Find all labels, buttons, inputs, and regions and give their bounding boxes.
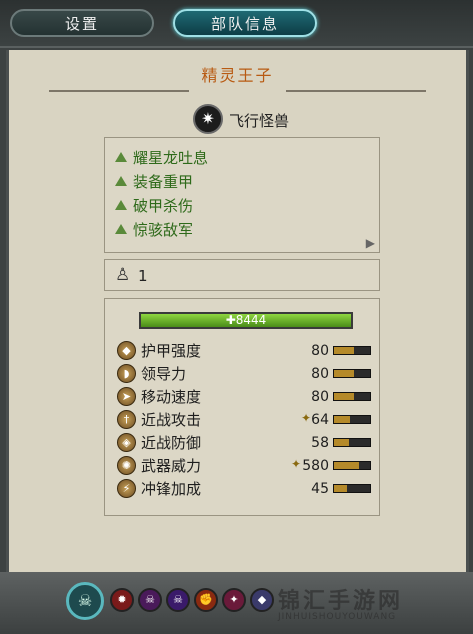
unit-class-icon: ✷ <box>193 104 223 134</box>
unit-count-box: ♙ 1 <box>104 259 380 291</box>
shield-defense-icon: ◈ <box>117 433 136 452</box>
more-arrow-icon[interactable]: ▶ <box>366 236 375 250</box>
stat-armour[interactable]: ◆ 护甲强度 80 <box>117 341 379 361</box>
burst-icon: ✺ <box>117 456 136 475</box>
stat-bar <box>333 438 371 447</box>
triangle-icon <box>115 152 127 162</box>
stat-bar <box>333 392 371 401</box>
ability-item[interactable]: 耀星龙吐息 <box>115 148 208 168</box>
ability-icon-1[interactable]: ✹ <box>110 588 134 612</box>
ability-icon-4[interactable]: ✊ <box>194 588 218 612</box>
shield-icon: ◆ <box>117 341 136 360</box>
tab-settings[interactable]: 设置 <box>10 9 154 37</box>
unit-count-icon: ♙ <box>115 265 131 285</box>
stats-box: ✚8444 ◆ 护甲强度 80 ◗ 领导力 80 ➤ 移动速度 80 † 近战攻… <box>104 298 380 516</box>
triangle-icon <box>115 176 127 186</box>
triangle-icon <box>115 200 127 210</box>
ability-item[interactable]: 惊骇敌军 <box>115 220 193 240</box>
health-icon: ✚ <box>225 313 236 327</box>
ability-item[interactable]: 装备重甲 <box>115 172 193 192</box>
tab-unit-info[interactable]: 部队信息 <box>173 9 317 37</box>
ability-icon-3[interactable]: ☠ <box>166 588 190 612</box>
unit-info-panel: 精灵王子 ✷ 飞行怪兽 耀星龙吐息 装备重甲 破甲杀伤 惊骇敌军 ▶ ♙ 1 ✚… <box>6 50 469 634</box>
divider-left <box>49 90 189 92</box>
top-bar: 设置 部队信息 <box>0 0 473 48</box>
abilities-list: 耀星龙吐息 装备重甲 破甲杀伤 惊骇敌军 ▶ <box>104 137 380 253</box>
ability-icon-2[interactable]: ☠ <box>138 588 162 612</box>
stat-bar <box>333 461 371 470</box>
unit-class-label: 飞行怪兽 <box>229 112 290 130</box>
stat-speed[interactable]: ➤ 移动速度 80 <box>117 387 379 407</box>
ability-icon-6[interactable]: ◆ <box>250 588 274 612</box>
unit-name: 精灵王子 <box>201 66 274 85</box>
health-bar: ✚8444 <box>139 312 353 329</box>
triangle-icon <box>115 224 127 234</box>
stat-bar <box>333 369 371 378</box>
stat-charge-bonus[interactable]: ⚡ 冲锋加成 45 <box>117 479 379 499</box>
charge-icon: ⚡ <box>117 479 136 498</box>
boot-icon: ➤ <box>117 387 136 406</box>
stat-bar <box>333 346 371 355</box>
stat-bar <box>333 484 371 493</box>
watermark-sub: JINHUISHOUYOUWANG <box>278 612 397 622</box>
health-value: 8444 <box>235 313 267 327</box>
unit-count-value: 1 <box>138 267 148 285</box>
horn-icon: ◗ <box>117 364 136 383</box>
stat-bar <box>333 415 371 424</box>
ability-icon-5[interactable]: ✦ <box>222 588 246 612</box>
divider-right <box>286 90 426 92</box>
unit-portrait-icon[interactable]: ☠ <box>66 582 104 620</box>
ability-item[interactable]: 破甲杀伤 <box>115 196 193 216</box>
stat-weapon-strength[interactable]: ✺ 武器威力 ✦ 580 <box>117 456 379 476</box>
stat-leadership[interactable]: ◗ 领导力 80 <box>117 364 379 384</box>
stat-melee-defense[interactable]: ◈ 近战防御 58 <box>117 433 379 453</box>
watermark: 锦汇手游网 <box>278 589 404 614</box>
stat-melee-attack[interactable]: † 近战攻击 ✦ 64 <box>117 410 379 430</box>
sword-icon: † <box>117 410 136 429</box>
